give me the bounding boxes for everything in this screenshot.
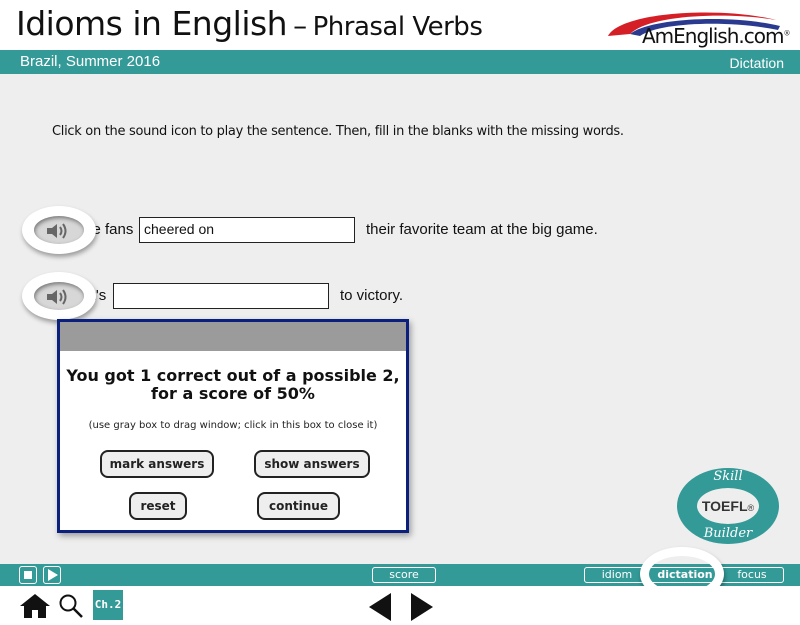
exercise-area: Click on the sound icon to play the sent… xyxy=(0,74,800,564)
amenglish-logo: AmEnglish.com® xyxy=(600,6,790,50)
play-icon xyxy=(48,569,58,581)
score-message: You got 1 correct out of a possible 2, f… xyxy=(60,367,406,403)
badge-bottom: Builder xyxy=(703,526,753,541)
next-arrow-icon[interactable] xyxy=(409,593,433,621)
search-icon[interactable] xyxy=(58,593,84,619)
instructions: Click on the sound icon to play the sent… xyxy=(52,124,624,139)
show-answers-button[interactable]: show answers xyxy=(254,450,370,478)
score-dialog[interactable]: You got 1 correct out of a possible 2, f… xyxy=(57,319,409,533)
prev-arrow-icon[interactable] xyxy=(369,593,393,621)
dialog-drag-bar[interactable] xyxy=(60,322,406,351)
banner: Brazil, Summer 2016 Dictation xyxy=(0,50,800,74)
speaker-icon xyxy=(47,289,67,305)
title-main: Idioms in English xyxy=(16,4,288,43)
chapter-button[interactable]: Ch.2 xyxy=(93,590,123,620)
sentence-suffix: to victory. xyxy=(340,287,404,304)
badge-inner: TOEFL® xyxy=(697,488,759,524)
mark-answers-button[interactable]: mark answers xyxy=(100,450,214,478)
page-title: Idioms in English – Phrasal Verbs xyxy=(16,4,483,43)
speaker-icon xyxy=(47,223,67,239)
score-message-line-2: for a score of 50% xyxy=(151,384,315,403)
logo-text-label: AmEnglish.com xyxy=(642,24,784,48)
sound-button[interactable] xyxy=(22,206,96,254)
reset-button[interactable]: reset xyxy=(129,492,187,520)
badge-middle-label: TOEFL xyxy=(701,498,748,514)
logo-reg: ® xyxy=(783,29,790,38)
title-sub: Phrasal Verbs xyxy=(312,12,483,42)
sentence-suffix: their favorite team at the big game. xyxy=(366,221,598,238)
sound-button-face xyxy=(34,216,84,244)
badge-middle: TOEFL® xyxy=(697,498,759,514)
answer-input[interactable] xyxy=(113,283,329,309)
toefl-skill-builder-badge: Skill TOEFL® Builder xyxy=(677,468,779,544)
title-dash: – xyxy=(293,9,307,42)
header: Idioms in English – Phrasal Verbs AmEnglis… xyxy=(0,0,800,50)
home-icon[interactable] xyxy=(19,593,51,619)
tab-focus[interactable]: focus xyxy=(721,568,783,581)
session-label: Brazil, Summer 2016 xyxy=(20,53,161,70)
answer-input[interactable]: cheered on xyxy=(139,217,355,243)
play-button[interactable] xyxy=(43,566,61,584)
score-message-line-1: You got 1 correct out of a possible 2, xyxy=(66,366,400,385)
section-label: Dictation xyxy=(729,55,784,71)
sound-button-face xyxy=(34,282,84,310)
continue-button[interactable]: continue xyxy=(257,492,340,520)
logo-text: AmEnglish.com® xyxy=(642,24,790,48)
badge-top: Skill xyxy=(713,469,743,484)
sound-button[interactable] xyxy=(22,272,96,320)
dialog-hint: (use gray box to drag window; click in t… xyxy=(88,420,378,431)
stop-icon xyxy=(24,571,32,579)
navigation-bar: Ch.2 xyxy=(0,586,800,625)
score-button[interactable]: score xyxy=(372,567,436,583)
stop-button[interactable] xyxy=(19,566,37,584)
badge-reg: ® xyxy=(747,503,755,513)
